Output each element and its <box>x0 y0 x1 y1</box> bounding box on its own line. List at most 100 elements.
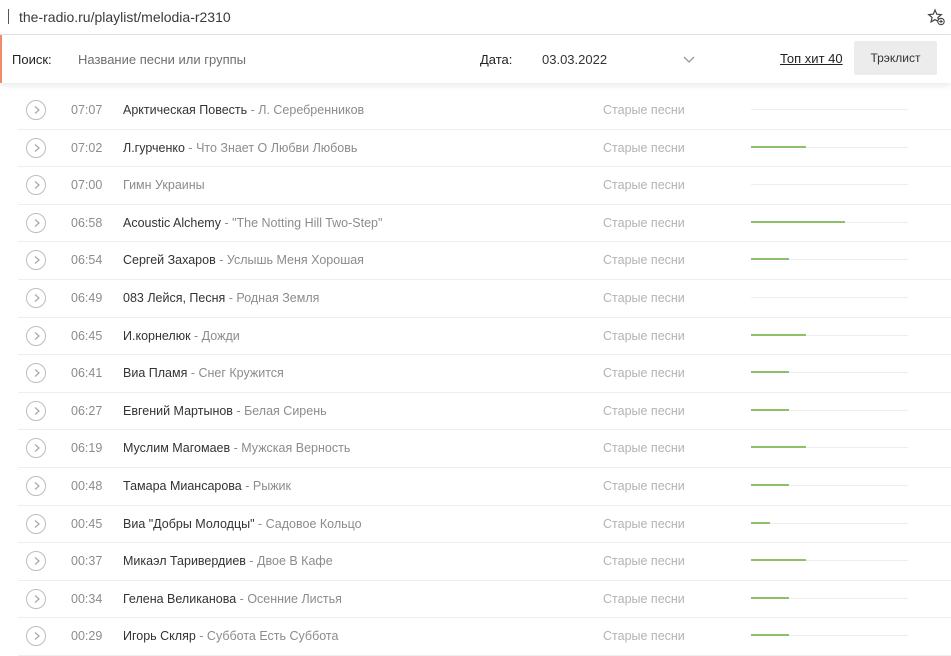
popularity-bar <box>751 521 908 524</box>
track-title[interactable]: Сергей Захаров - Услышь Меня Хорошая <box>123 253 364 267</box>
play-button[interactable] <box>26 137 46 158</box>
chevron-right-icon <box>34 594 40 603</box>
track-title[interactable]: Муслим Магомаев - Мужская Верность <box>123 441 350 455</box>
popularity-bar <box>751 109 908 110</box>
track-genre[interactable]: Старые песни <box>603 103 685 117</box>
playlist-row: 07:00 Гимн Украины Старые песни <box>18 167 951 205</box>
popularity-fill <box>751 333 806 336</box>
track-title[interactable]: Арктическая Повесть - Л. Серебренников <box>123 103 364 117</box>
tracklist-button[interactable]: Трэклист <box>854 41 937 75</box>
date-value: 03.03.2022 <box>542 52 608 67</box>
track-title[interactable]: Л.гурченко - Что Знает О Любви Любовь <box>123 141 357 155</box>
track-time: 06:41 <box>71 366 103 381</box>
track-genre[interactable]: Старые песни <box>603 291 685 305</box>
playlist-row: 06:41 Виа Пламя - Снег Кружится Старые пес… <box>18 355 951 393</box>
chevron-right-icon <box>34 632 40 641</box>
track-title[interactable]: И.корнелюк - Дожди <box>123 329 240 343</box>
track-song: Рыжик <box>252 478 292 493</box>
play-button[interactable] <box>26 626 46 647</box>
popularity-bar <box>751 634 908 637</box>
play-button[interactable] <box>26 100 46 120</box>
popularity-bar <box>751 446 908 449</box>
track-artist: Сергей Захаров <box>123 253 216 268</box>
play-button[interactable] <box>26 212 46 233</box>
chevron-down-icon <box>683 56 695 63</box>
address-bar[interactable]: the-radio.ru/playlist/melodia-r2310 <box>0 0 951 35</box>
track-song: Садовое Кольцо <box>265 516 362 531</box>
track-song: Осенние Листья <box>247 591 342 606</box>
track-genre[interactable]: Старые песни <box>603 253 685 267</box>
track-genre[interactable]: Старые песни <box>603 329 685 343</box>
track-time: 00:29 <box>71 629 103 644</box>
popularity-fill <box>751 596 789 599</box>
track-time: 00:48 <box>71 478 103 493</box>
search-input[interactable] <box>70 45 446 73</box>
track-genre[interactable]: Старые песни <box>603 441 685 455</box>
play-button[interactable] <box>26 400 46 421</box>
track-song: Гимн Украины <box>123 178 205 193</box>
track-title[interactable]: Микаэл Таривердиев - Двое В Кафе <box>123 554 333 568</box>
playlist-row: 06:49 083 Лейся, Песня - Родная Земля Стар… <box>18 280 951 318</box>
bookmark-star-icon[interactable] <box>927 8 945 26</box>
track-title[interactable]: Евгений Мартынов - Белая Сирень <box>123 404 327 418</box>
play-button[interactable] <box>26 363 46 384</box>
track-song: Мужская Верность <box>241 441 351 456</box>
track-time: 06:27 <box>71 403 103 418</box>
track-time: 06:19 <box>71 441 103 456</box>
play-button[interactable] <box>26 287 46 308</box>
track-song: Что Знает О Любви Любовь <box>196 140 358 155</box>
chevron-right-icon <box>34 444 40 453</box>
track-genre[interactable]: Старые песни <box>603 141 685 155</box>
play-button[interactable] <box>26 175 46 196</box>
playlist-row: 00:29 Игорь Скляр - Суббота Есть Суббота С… <box>18 618 951 656</box>
track-genre[interactable]: Старые песни <box>603 404 685 418</box>
url-text[interactable]: the-radio.ru/playlist/melodia-r2310 <box>19 9 231 25</box>
popularity-bar <box>751 184 908 186</box>
track-title[interactable]: Гимн Украины <box>123 178 205 192</box>
track-genre[interactable]: Старые песни <box>603 366 685 380</box>
track-title[interactable]: Гелена Великанова - Осенние Листья <box>123 592 342 606</box>
play-button[interactable] <box>26 325 46 346</box>
chevron-right-icon <box>34 406 40 415</box>
track-title[interactable]: Виа Пламя - Снег Кружится <box>123 366 284 380</box>
track-title[interactable]: Игорь Скляр - Суббота Есть Суббота <box>123 629 338 643</box>
popularity-fill <box>751 483 789 486</box>
popularity-bar <box>751 258 908 261</box>
popularity-bar <box>751 145 908 148</box>
date-select[interactable]: 03.03.2022 <box>532 45 702 73</box>
track-artist: И.корнелюк <box>123 328 191 343</box>
track-genre[interactable]: Старые песни <box>603 554 685 568</box>
top-hits-link[interactable]: Топ хит 40 <box>780 51 843 66</box>
track-song: Услышь Меня Хорошая <box>226 253 364 268</box>
track-time: 07:02 <box>71 140 103 155</box>
play-button[interactable] <box>26 588 46 609</box>
playlist-row: 06:58 Acoustic Alchemy - "The Notting Hil… <box>18 205 951 243</box>
popularity-bar <box>751 296 908 298</box>
track-time: 07:07 <box>71 103 103 117</box>
track-genre[interactable]: Старые песни <box>603 517 685 531</box>
chevron-right-icon <box>34 218 40 227</box>
track-time: 06:54 <box>71 253 103 268</box>
track-artist: Acoustic Alchemy <box>123 215 221 230</box>
play-button[interactable] <box>26 438 46 459</box>
date-label: Дата: <box>480 52 513 67</box>
play-button[interactable] <box>26 513 46 534</box>
chevron-right-icon <box>34 181 40 190</box>
filter-bar: Поиск: Дата: 03.03.2022 Топ хит 40 Трэкл… <box>0 35 951 83</box>
chevron-right-icon <box>34 106 40 114</box>
track-genre[interactable]: Старые песни <box>603 216 685 230</box>
track-title[interactable]: Виа "Добры Молодцы" - Садовое Кольцо <box>123 517 362 531</box>
track-artist: Тамара Миансарова <box>123 478 242 493</box>
track-title[interactable]: Тамара Миансарова - Рыжик <box>123 479 291 493</box>
track-genre[interactable]: Старые песни <box>603 178 685 192</box>
play-button[interactable] <box>26 250 46 271</box>
track-genre[interactable]: Старые песни <box>603 592 685 606</box>
play-button[interactable] <box>26 551 46 572</box>
play-button[interactable] <box>26 475 46 496</box>
playlist-row: 06:45 И.корнелюк - Дожди Старые песни <box>18 318 951 356</box>
track-genre[interactable]: Старые песни <box>603 629 685 643</box>
track-title[interactable]: Acoustic Alchemy - "The Notting Hill Two… <box>123 216 382 230</box>
track-genre[interactable]: Старые песни <box>603 479 685 493</box>
popularity-fill <box>751 220 846 223</box>
track-title[interactable]: 083 Лейся, Песня - Родная Земля <box>123 291 319 305</box>
